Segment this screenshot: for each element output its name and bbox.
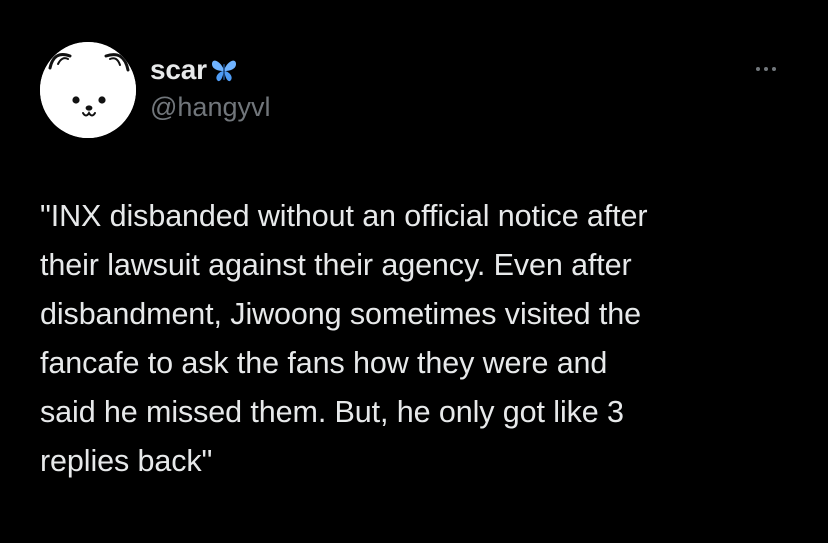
butterfly-icon — [210, 56, 238, 84]
avatar[interactable] — [40, 42, 136, 138]
tweet-text: "INX disbanded without an official notic… — [40, 192, 800, 486]
tweet-text-line: said he missed them. But, he only got li… — [40, 395, 624, 429]
more-dot — [756, 67, 760, 71]
more-dot — [772, 67, 776, 71]
more-options-icon[interactable] — [748, 60, 784, 78]
tweet-text-line: disbandment, Jiwoong sometimes visited t… — [40, 297, 642, 331]
tweet-text-line: their lawsuit against their agency. Even… — [40, 248, 632, 282]
user-handle[interactable]: @hangyvl — [150, 92, 270, 123]
bear-avatar-icon — [40, 42, 136, 138]
display-name-row: scar — [150, 54, 270, 86]
tweet-header: scar @hangyvl — [150, 54, 270, 123]
tweet-card: scar @hangyvl "INX disbanded without an … — [0, 0, 828, 543]
tweet-text-line: "INX disbanded without an official notic… — [40, 199, 648, 233]
more-dot — [764, 67, 768, 71]
display-name[interactable]: scar — [150, 54, 207, 86]
tweet-text-line: fancafe to ask the fans how they were an… — [40, 346, 608, 380]
tweet-text-line: replies back" — [40, 444, 213, 478]
